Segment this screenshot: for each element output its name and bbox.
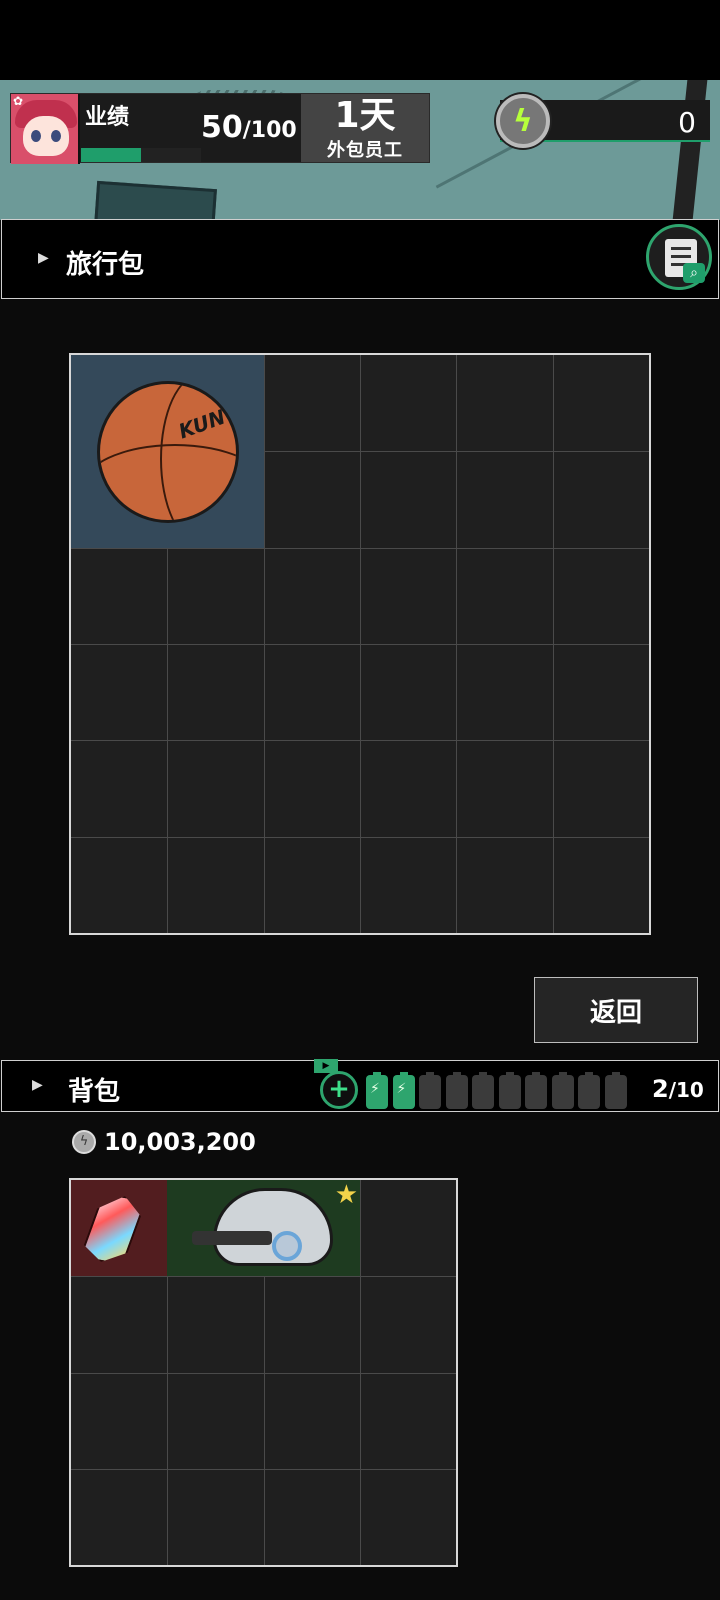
return-button[interactable]: 返回 [534, 977, 698, 1043]
gear-icon[interactable]: ✿ [13, 94, 23, 108]
expand-arrow-icon[interactable]: ▶ [38, 250, 49, 266]
performance-label: 业绩 [85, 105, 130, 130]
avatar[interactable]: ✿ [11, 94, 80, 164]
travel-bag-header[interactable]: ▶ 旅行包 ⌕ [1, 219, 719, 299]
basketball-item[interactable]: KUN [71, 355, 264, 548]
helmet-icon [192, 1188, 333, 1266]
rainbow-crystal-item[interactable] [71, 1180, 167, 1276]
energy-bolt-icon[interactable]: ϟ [496, 94, 550, 148]
backpack-header[interactable]: ▶ 背包 ▶ + 2/10 [1, 1059, 719, 1112]
performance-current: 50 [201, 110, 243, 145]
capacity-current: 2 [652, 1075, 669, 1103]
day-count: 1天 [334, 95, 396, 136]
grid-line [456, 355, 458, 933]
grid-line [360, 355, 361, 933]
battery-icon [498, 1072, 521, 1109]
battery-icon [445, 1072, 468, 1109]
basketball-icon: KUN [97, 381, 239, 523]
day-box: 1天 外包员工 [301, 94, 429, 162]
clipboard-search-icon[interactable]: ⌕ [646, 224, 712, 290]
helmet-lens [272, 1231, 302, 1261]
battery-icon [578, 1072, 600, 1109]
game-screen: ✿ 业绩 50/100 1天 外包员工 0 ϟ ▶ 旅行包 ⌕ KUN 返回 ▶… [0, 0, 720, 1600]
bolt-glyph: ϟ [513, 104, 533, 139]
capacity-max: /10 [668, 1078, 704, 1102]
battery-icon [392, 1072, 415, 1109]
battery-icon [472, 1072, 494, 1109]
grid-line [552, 355, 554, 933]
battery-icon [551, 1072, 574, 1109]
avatar-eye [51, 130, 61, 142]
performance-bar [81, 148, 201, 162]
crystal-icon [79, 1192, 147, 1266]
travel-bag-grid[interactable]: KUN [69, 353, 651, 935]
expand-arrow-icon[interactable]: ▶ [32, 1077, 43, 1093]
backpack-capacity: 2/10 [652, 1075, 704, 1103]
clipboard-line [671, 247, 691, 250]
energy-value: 0 [678, 106, 696, 139]
coin-icon: ϟ [72, 1130, 96, 1154]
helmet-item[interactable]: ★ [167, 1180, 360, 1276]
avatar-eye [31, 130, 41, 142]
player-hud: ✿ 业绩 50/100 1天 外包员工 [10, 93, 430, 164]
performance-value: 50/100 [201, 110, 297, 145]
star-icon: ★ [334, 1180, 358, 1210]
performance-max: /100 [242, 118, 297, 143]
backpack-title: 背包 [68, 1077, 121, 1107]
scene-decoration [93, 180, 217, 220]
role-label: 外包员工 [327, 140, 403, 161]
helmet-strap [192, 1231, 272, 1245]
battery-icon [604, 1072, 627, 1109]
coin-amount: 10,003,200 [104, 1128, 256, 1156]
search-icon: ⌕ [683, 263, 705, 283]
battery-icon [419, 1072, 441, 1109]
travel-bag-title: 旅行包 [66, 250, 145, 280]
status-bar [0, 0, 720, 80]
performance-bar-fill [81, 148, 141, 162]
clipboard-line [671, 255, 691, 258]
plus-icon[interactable]: + [320, 1071, 358, 1109]
ball-seam [160, 384, 236, 520]
battery-icon [366, 1072, 388, 1109]
avatar-face [23, 116, 69, 156]
battery-icon [525, 1072, 547, 1109]
backpack-grid[interactable]: ★ [69, 1178, 458, 1567]
